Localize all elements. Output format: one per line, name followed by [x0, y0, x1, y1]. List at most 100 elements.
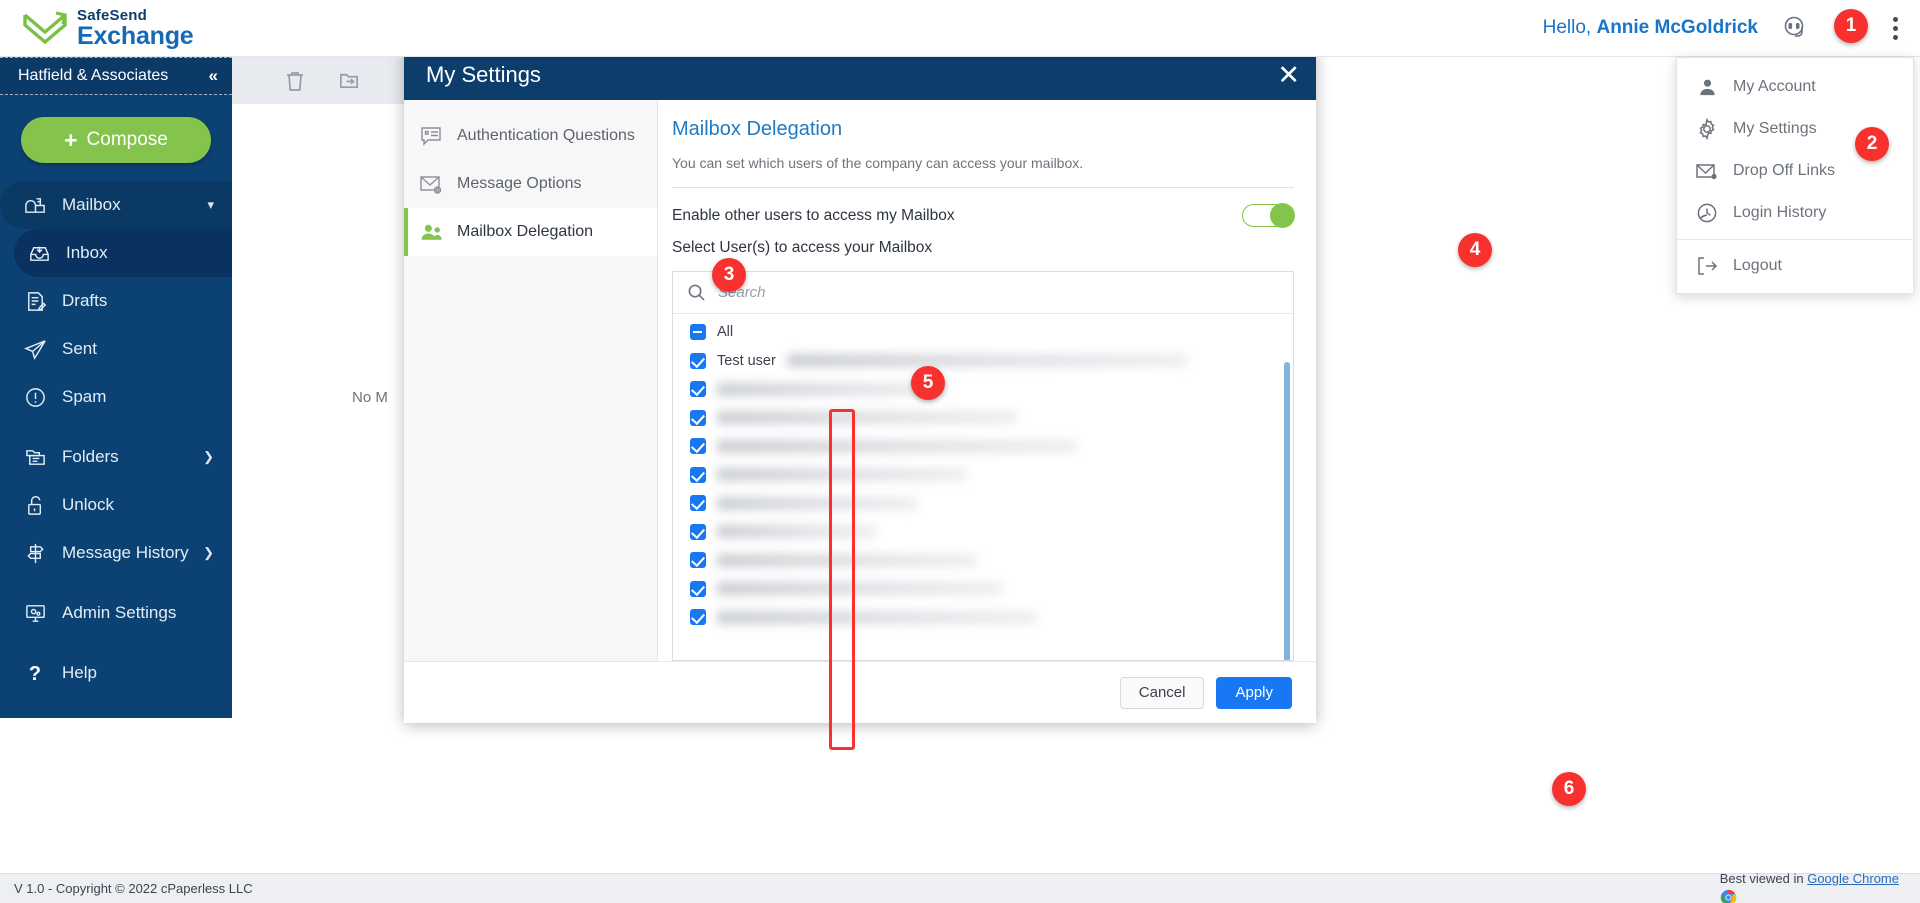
sidebar-item-unlock[interactable]: Unlock — [0, 481, 232, 529]
brand-name-bottom: Exchange — [77, 24, 194, 49]
list-item[interactable] — [673, 404, 1293, 433]
row-checkbox[interactable] — [690, 524, 706, 540]
list-item[interactable] — [673, 489, 1293, 518]
row-checkbox[interactable] — [690, 467, 706, 483]
redacted-user-name — [717, 611, 1037, 624]
sidebar-item-label: Drafts — [62, 291, 107, 311]
move-to-folder-icon[interactable] — [338, 69, 360, 93]
left-sidebar: Hatfield & Associates « + Compose Mailbo… — [0, 57, 232, 718]
unlock-icon — [22, 492, 48, 518]
best-viewed-prefix: Best viewed in — [1720, 871, 1804, 886]
chevron-right-icon: ❯ — [203, 545, 214, 561]
chevron-double-left-icon[interactable]: « — [209, 66, 218, 86]
kebab-menu-icon[interactable] — [1884, 14, 1906, 42]
kebab-dot — [1893, 17, 1898, 22]
row-checkbox[interactable] — [690, 410, 706, 426]
sidebar-item-label: Unlock — [62, 495, 114, 515]
compose-button[interactable]: + Compose — [21, 117, 211, 163]
pane-subtitle: You can set which users of the company c… — [672, 155, 1294, 171]
history-clock-icon — [1693, 200, 1721, 226]
gear-icon — [1693, 116, 1721, 142]
tab-message-options[interactable]: Message Options — [404, 160, 657, 208]
list-item[interactable]: Test user — [673, 347, 1293, 376]
sidebar-item-admin-settings[interactable]: Admin Settings — [0, 589, 232, 637]
headset-icon[interactable] — [1780, 14, 1808, 42]
row-checkbox[interactable] — [690, 609, 706, 625]
menu-divider — [1677, 239, 1913, 240]
menu-item-my-account[interactable]: My Account — [1677, 66, 1913, 108]
enable-delegation-label: Enable other users to access my Mailbox — [672, 207, 955, 225]
user-list-scrollbar[interactable] — [1284, 362, 1290, 660]
search-row — [673, 272, 1293, 314]
google-chrome-link[interactable]: Google Chrome — [1807, 871, 1899, 886]
select-all-checkbox[interactable] — [690, 324, 706, 340]
list-item[interactable] — [673, 546, 1293, 575]
close-icon[interactable]: ✕ — [1277, 62, 1300, 89]
tab-mailbox-delegation[interactable]: Mailbox Delegation — [404, 208, 657, 256]
sidebar-item-label: Help — [62, 663, 97, 683]
sidebar-nav: Mailbox ▾ Inbox — [0, 181, 232, 697]
cancel-button[interactable]: Cancel — [1120, 677, 1205, 709]
version-copyright-text: V 1.0 - Copyright © 2022 cPaperless LLC — [14, 881, 253, 896]
list-item[interactable] — [673, 518, 1293, 547]
greeting-user-name: Annie McGoldrick — [1596, 17, 1758, 38]
sidebar-item-inbox[interactable]: Inbox — [14, 229, 232, 277]
menu-item-label: My Account — [1733, 78, 1816, 96]
list-item[interactable] — [673, 461, 1293, 490]
modal-header: My Settings ✕ — [404, 50, 1316, 100]
sidebar-item-folders[interactable]: Folders ❯ — [0, 433, 232, 481]
annotation-badge-4: 4 — [1458, 233, 1492, 267]
sidebar-item-label: Sent — [62, 339, 97, 359]
menu-item-logout[interactable]: Logout — [1677, 245, 1913, 287]
list-item[interactable] — [673, 432, 1293, 461]
brand-name-top: SafeSend — [77, 8, 194, 23]
inbox-icon — [26, 240, 52, 266]
user-list[interactable]: All Test user — [673, 314, 1293, 660]
question-mark-icon: ? — [22, 660, 48, 686]
brand-logo[interactable]: SafeSend Exchange — [22, 8, 194, 49]
my-settings-modal: My Settings ✕ Authentication Questions — [404, 50, 1316, 723]
sidebar-item-help[interactable]: ? Help — [0, 649, 232, 697]
row-checkbox[interactable] — [690, 353, 706, 369]
sidebar-item-label: Admin Settings — [62, 603, 176, 623]
mailbox-icon — [22, 192, 48, 218]
row-checkbox[interactable] — [690, 495, 706, 511]
status-footer: V 1.0 - Copyright © 2022 cPaperless LLC … — [0, 873, 1920, 903]
pane-divider — [672, 187, 1294, 188]
menu-item-label: My Settings — [1733, 120, 1817, 138]
list-item[interactable] — [673, 603, 1293, 632]
select-all-row[interactable]: All — [673, 318, 1293, 347]
redacted-user-detail — [787, 354, 1187, 367]
annotation-badge-1: 1 — [1834, 9, 1868, 43]
top-header-bar: SafeSend Exchange Hello, Annie McGoldric… — [0, 0, 1920, 57]
sidebar-item-spam[interactable]: Spam — [0, 373, 232, 421]
settings-tab-list: Authentication Questions Message Options — [404, 100, 658, 661]
sidebar-item-sent[interactable]: Sent — [0, 325, 232, 373]
company-bar: Hatfield & Associates « — [0, 57, 232, 95]
sidebar-item-label: Inbox — [66, 243, 108, 263]
compose-button-label: Compose — [87, 129, 168, 151]
menu-item-login-history[interactable]: Login History — [1677, 192, 1913, 234]
modal-title: My Settings — [426, 62, 541, 88]
list-item[interactable] — [673, 575, 1293, 604]
signpost-icon — [22, 540, 48, 566]
sidebar-item-drafts[interactable]: Drafts — [0, 277, 232, 325]
redacted-user-name — [717, 497, 917, 510]
sidebar-item-label: Spam — [62, 387, 106, 407]
list-item[interactable] — [673, 375, 1293, 404]
tab-authentication-questions[interactable]: Authentication Questions — [404, 112, 657, 160]
row-checkbox[interactable] — [690, 552, 706, 568]
greeting-prefix: Hello, — [1543, 17, 1592, 38]
search-input[interactable] — [718, 284, 1279, 301]
paper-plane-icon — [22, 336, 48, 362]
row-checkbox[interactable] — [690, 438, 706, 454]
message-options-icon — [418, 171, 444, 197]
sidebar-item-message-history[interactable]: Message History ❯ — [0, 529, 232, 577]
row-checkbox[interactable] — [690, 381, 706, 397]
enable-delegation-toggle[interactable] — [1242, 204, 1294, 227]
sidebar-item-mailbox[interactable]: Mailbox ▾ — [0, 181, 232, 229]
sidebar-item-label: Folders — [62, 447, 119, 467]
row-checkbox[interactable] — [690, 581, 706, 597]
trash-icon[interactable] — [284, 69, 306, 93]
apply-button[interactable]: Apply — [1216, 677, 1292, 709]
